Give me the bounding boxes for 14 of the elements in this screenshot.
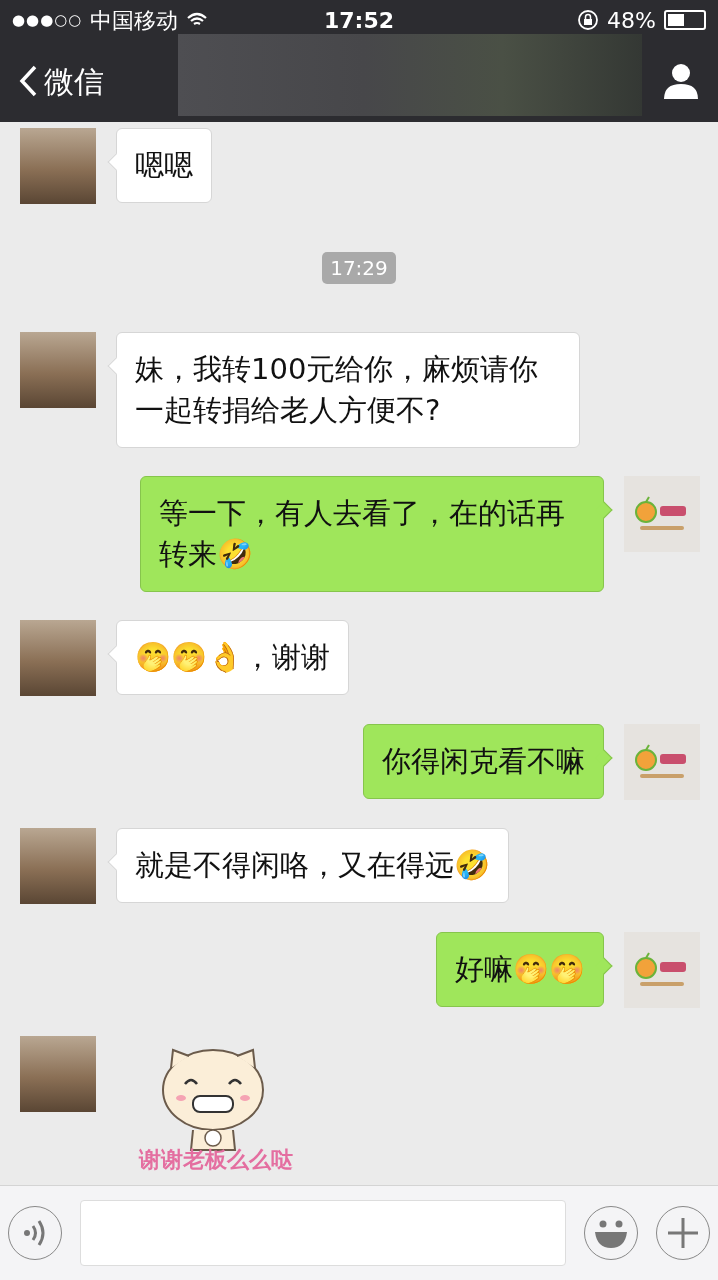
message-bubble[interactable]: 嗯嗯 <box>116 128 212 203</box>
carrier-name: 中国移动 <box>90 6 179 35</box>
back-button[interactable]: 微信 <box>18 58 158 104</box>
battery-percent: 48% <box>607 6 656 35</box>
message-bubble[interactable]: 就是不得闲咯，又在得远🤣 <box>116 828 509 903</box>
sticker-caption: 谢谢老板么么哒 <box>139 1146 293 1174</box>
message-bubble[interactable]: 等一下，有人去看了，在的话再转来🤣 <box>140 476 604 592</box>
signal-strength: ●●●○○ <box>12 9 83 31</box>
message-bubble[interactable]: 🤭🤭👌，谢谢 <box>116 620 349 695</box>
message-bubble[interactable]: 妹，我转100元给你，麻烦请你一起转捐给老人方便不? <box>116 332 580 448</box>
timestamp: 17:29 <box>322 252 396 284</box>
message-bubble[interactable]: 你得闲克看不嘛 <box>363 724 604 799</box>
message-bubble[interactable]: 好嘛🤭🤭 <box>436 932 604 1007</box>
clock-time: 17:52 <box>323 6 395 35</box>
